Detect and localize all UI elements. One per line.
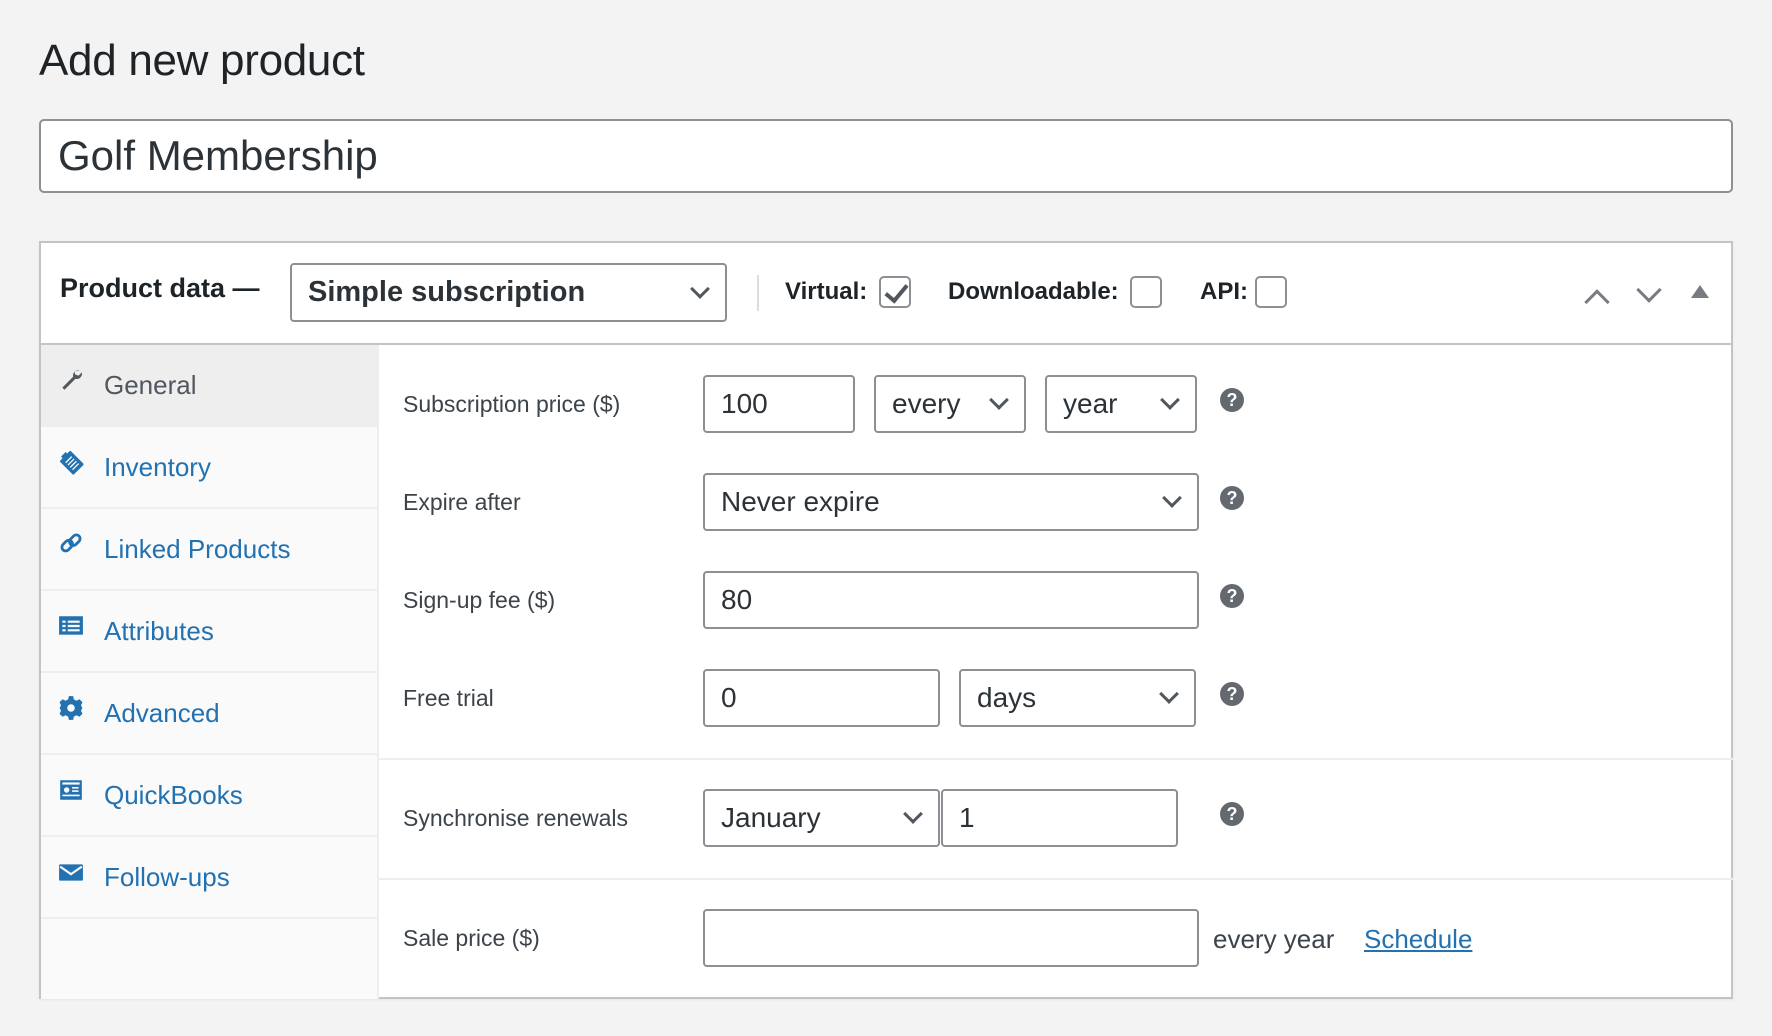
wrench-icon <box>62 370 82 390</box>
chevron-down-icon <box>989 390 1009 410</box>
clipboard-icon <box>59 450 84 475</box>
billing-period-select[interactable]: year <box>1045 375 1197 433</box>
signup-fee-input[interactable]: 80 <box>703 571 1199 629</box>
free-trial-period-value: days <box>977 682 1037 713</box>
api-label: API: <box>1200 278 1248 305</box>
free-trial-period-select[interactable]: days <box>959 669 1196 727</box>
virtual-label: Virtual: <box>785 278 868 305</box>
chevron-down-icon <box>1162 488 1182 508</box>
id-card-icon <box>60 780 82 800</box>
tab-follow-ups[interactable]: Follow-ups <box>41 837 377 919</box>
sync-month-select[interactable]: January <box>703 789 940 847</box>
move-down-icon[interactable] <box>1636 277 1662 303</box>
chevron-down-icon <box>903 804 923 824</box>
product-type-value: Simple subscription <box>308 276 586 308</box>
subscription-price-input[interactable]: 100 <box>703 375 855 433</box>
chevron-down-icon <box>1160 390 1180 410</box>
product-data-label: Product data — <box>60 273 260 303</box>
help-icon[interactable]: ? <box>1220 388 1244 412</box>
api-checkbox[interactable] <box>1255 276 1287 308</box>
tab-label: Inventory <box>104 451 211 482</box>
tab-attributes[interactable]: Attributes <box>41 591 377 673</box>
product-data-tabs: General Inventory Linked Products Attrib… <box>41 345 379 999</box>
tab-label: General <box>104 369 197 400</box>
sale-price-period: every year <box>1213 924 1335 954</box>
sync-day-input[interactable]: 1 <box>941 789 1178 847</box>
list-table-icon <box>59 616 83 635</box>
gear-icon <box>59 696 83 720</box>
subscription-price-label: Subscription price ($) <box>403 391 621 417</box>
expire-after-value: Never expire <box>721 486 880 517</box>
help-icon[interactable]: ? <box>1220 584 1244 608</box>
tab-quickbooks[interactable]: QuickBooks <box>41 755 377 837</box>
billing-interval-value: every <box>892 388 961 419</box>
tab-advanced[interactable]: Advanced <box>41 673 377 755</box>
sync-month-value: January <box>721 802 821 833</box>
billing-period-value: year <box>1063 388 1118 419</box>
tab-general[interactable]: General <box>41 345 377 427</box>
virtual-checkbox[interactable] <box>879 276 911 308</box>
free-trial-label: Free trial <box>403 685 494 711</box>
envelope-icon <box>59 864 83 881</box>
tab-label: QuickBooks <box>104 779 243 810</box>
product-data-panel: Product data — Simple subscription Virtu… <box>39 241 1733 999</box>
section-divider <box>379 758 1733 760</box>
tab-label: Follow-ups <box>104 861 230 892</box>
help-icon[interactable]: ? <box>1220 682 1244 706</box>
product-data-header: Product data — Simple subscription Virtu… <box>41 243 1731 345</box>
tab-label: Attributes <box>104 615 214 646</box>
expire-after-select[interactable]: Never expire <box>703 473 1199 531</box>
downloadable-checkbox[interactable] <box>1130 276 1162 308</box>
sale-price-label: Sale price ($) <box>403 925 540 951</box>
section-divider <box>379 878 1733 880</box>
chevron-down-icon <box>690 278 710 299</box>
tab-inventory[interactable]: Inventory <box>41 427 377 509</box>
link-icon <box>60 533 82 553</box>
sale-price-input[interactable] <box>703 909 1199 967</box>
tab-label: Linked Products <box>104 533 291 564</box>
tab-label: Advanced <box>104 697 220 728</box>
expire-after-label: Expire after <box>403 489 521 515</box>
free-trial-length-input[interactable]: 0 <box>703 669 940 727</box>
chevron-down-icon <box>1159 684 1179 704</box>
sync-renewals-label: Synchronise renewals <box>403 805 629 831</box>
schedule-link[interactable]: Schedule <box>1364 924 1472 955</box>
billing-interval-select[interactable]: every <box>874 375 1026 433</box>
help-icon[interactable]: ? <box>1220 486 1244 510</box>
product-type-select[interactable]: Simple subscription <box>290 263 727 322</box>
collapse-toggle-icon[interactable] <box>1691 285 1709 298</box>
tab-linked-products[interactable]: Linked Products <box>41 509 377 591</box>
help-icon[interactable]: ? <box>1220 802 1244 826</box>
signup-fee-label: Sign-up fee ($) <box>403 587 556 613</box>
product-title-input[interactable]: Golf Membership <box>39 119 1733 193</box>
page-title: Add new product <box>39 36 365 85</box>
header-separator <box>757 275 759 311</box>
downloadable-label: Downloadable: <box>948 278 1119 305</box>
move-up-icon[interactable] <box>1584 289 1610 315</box>
